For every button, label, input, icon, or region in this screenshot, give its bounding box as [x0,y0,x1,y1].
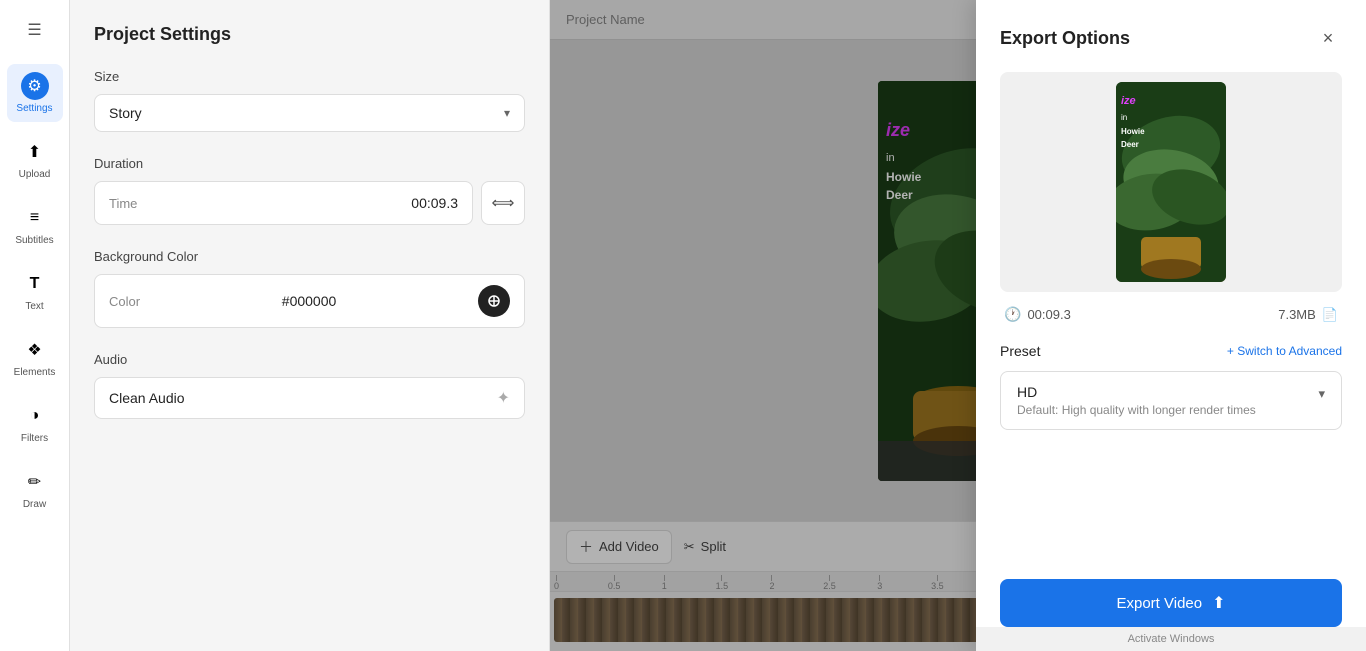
sidebar-label-draw: Draw [23,499,46,510]
sidebar-item-upload[interactable]: ⬆ Upload [7,130,63,188]
sidebar-item-settings[interactable]: ⚙ Settings [7,64,63,122]
modal-thumb-illustration: ize in Howie Deer [1116,82,1226,282]
file-icon: 📄 [1322,307,1338,323]
audio-section: Audio Clean Audio ✦ [94,352,525,419]
sidebar-item-text[interactable]: T Text [7,262,63,320]
sparkle-icon: ✦ [497,388,510,408]
modal-header: Export Options × [1000,24,1342,52]
duration-section: Duration Time 00:09.3 ⟺ [94,156,525,225]
modal-thumb-frame: ize in Howie Deer [1116,82,1226,282]
preset-description: Default: High quality with longer render… [1017,403,1256,417]
sidebar-label-elements: Elements [14,367,56,378]
color-value: #000000 [282,293,337,309]
sidebar-item-subtitles[interactable]: ≡ Subtitles [7,196,63,254]
preset-select[interactable]: HD Default: High quality with longer ren… [1000,371,1342,430]
export-button-label: Export Video [1116,595,1202,612]
color-picker-button[interactable] [478,285,510,317]
modal-filesize: 7.3MB 📄 [1278,307,1338,323]
sidebar-item-draw[interactable]: ✏ Draw [7,460,63,518]
duration-input[interactable]: Time 00:09.3 [94,181,473,225]
subtitles-icon: ≡ [21,204,49,232]
menu-icon[interactable]: ☰ [17,12,53,48]
modal-meta-row: 🕐 00:09.3 7.3MB 📄 [1000,306,1342,323]
preset-name: HD [1017,384,1256,400]
size-select[interactable]: Story ▾ [94,94,525,132]
size-section: Size Story ▾ [94,69,525,132]
export-video-button[interactable]: Export Video ⬆ [1000,579,1342,627]
draw-icon: ✏ [21,468,49,496]
modal-preview: ize in Howie Deer [1000,72,1342,292]
modal-video-thumbnail: ize in Howie Deer [1116,82,1226,282]
filesize-value: 7.3MB [1278,307,1316,322]
sidebar-item-filters[interactable]: ◑ Filters [7,394,63,452]
activate-windows-text: Activate Windows [1128,633,1215,645]
sidebar-label-text: Text [25,301,43,312]
sidebar-label-filters: Filters [21,433,48,444]
switch-advanced-link[interactable]: + Switch to Advanced [1227,344,1342,358]
modal-duration-value: 00:09.3 [1027,307,1070,322]
audio-row[interactable]: Clean Audio ✦ [94,377,525,419]
sidebar-label-settings: Settings [16,103,52,114]
duration-label: Duration [94,156,525,171]
sidebar-item-elements[interactable]: ❖ Elements [7,328,63,386]
duration-row: Time 00:09.3 ⟺ [94,181,525,225]
elements-icon: ❖ [21,336,49,364]
settings-title: Project Settings [94,24,525,45]
svg-text:Howie: Howie [1121,127,1145,136]
chevron-down-icon: ▾ [504,106,510,120]
preset-row: Preset + Switch to Advanced [1000,343,1342,359]
bg-color-label: Background Color [94,249,525,264]
time-label: Time [109,196,137,211]
sidebar-label-upload: Upload [19,169,51,180]
color-picker-icon [487,294,501,308]
export-modal-title: Export Options [1000,28,1130,49]
svg-text:in: in [1121,113,1127,122]
filters-icon: ◑ [21,402,49,430]
preset-chevron-icon: ▾ [1318,386,1325,402]
color-label: Color [109,294,140,309]
text-icon: T [21,270,49,298]
svg-text:ize: ize [1121,95,1136,107]
color-row: Color #000000 [94,274,525,328]
sidebar-label-subtitles: Subtitles [15,235,53,246]
settings-icon: ⚙ [21,72,49,100]
svg-text:Deer: Deer [1121,140,1139,149]
preset-label: Preset [1000,343,1040,359]
activate-windows-bar: Activate Windows [976,627,1366,651]
modal-close-button[interactable]: × [1314,24,1342,52]
upload-icon: ⬆ [1212,593,1225,613]
preset-info: HD Default: High quality with longer ren… [1017,384,1256,417]
sidebar: ☰ ⚙ Settings ⬆ Upload ≡ Subtitles T Text… [0,0,70,651]
audio-label: Audio [94,352,525,367]
upload-icon: ⬆ [21,138,49,166]
settings-panel: Project Settings Size Story ▾ Duration T… [70,0,550,651]
size-value: Story [109,105,142,121]
duration-arrow-button[interactable]: ⟺ [481,181,525,225]
clock-icon: 🕐 [1004,306,1021,323]
time-value: 00:09.3 [411,195,458,211]
bg-color-section: Background Color Color #000000 [94,249,525,328]
size-label: Size [94,69,525,84]
modal-duration: 🕐 00:09.3 [1004,306,1071,323]
export-modal: Export Options × ize in Howie Deer [976,0,1366,651]
audio-value: Clean Audio [109,390,185,406]
